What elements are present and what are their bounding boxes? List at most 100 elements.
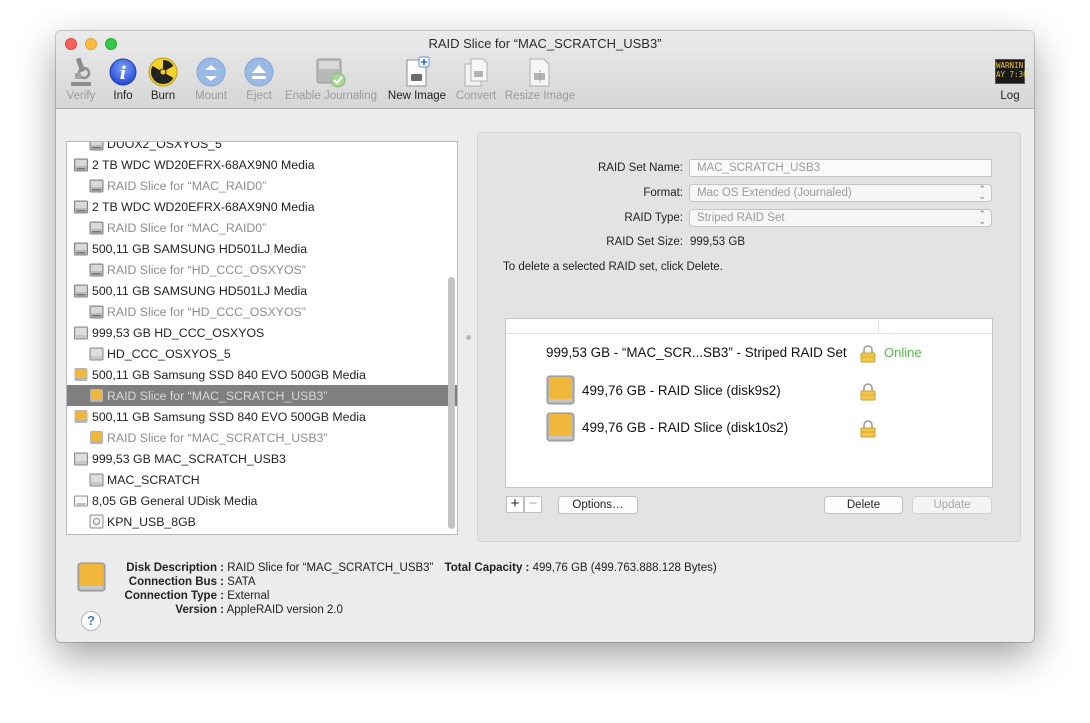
info-connection-bus-label: Connection Bus : — [128, 576, 224, 588]
raid-slice-row-label: 499,76 GB - RAID Slice (disk10s2) — [582, 419, 789, 435]
format-select-value: Mac OS Extended (Journaled) — [697, 187, 852, 199]
list-header — [506, 319, 992, 334]
raid-members-list[interactable]: 999,53 GB - “MAC_SCR...SB3” - Striped RA… — [505, 318, 993, 488]
toolbar-mount-label: Mount — [195, 90, 227, 102]
raid-type-select[interactable]: Striped RAID Set ⌃ ⌄ — [689, 209, 992, 227]
disk-sidebar[interactable]: DUOX2_OSXYOS_5 2 TB WDC WD20EFRX-68AX9N0 … — [66, 141, 458, 535]
raid-set-name-label: RAID Set Name: — [598, 162, 683, 174]
info-connection-type-label: Connection Type : — [124, 590, 224, 602]
remove-member-button[interactable]: − — [524, 496, 542, 513]
raid-set-row-label: 999,53 GB - “MAC_SCR...SB3” - Striped RA… — [546, 345, 847, 360]
info-total-capacity-label: Total Capacity : — [444, 562, 530, 574]
sidebar-item[interactable]: RAID Slice for “MAC_RAID0” — [67, 175, 457, 196]
select-chevron-icon: ⌃ ⌄ — [978, 209, 986, 226]
usb-disk-icon — [74, 495, 88, 507]
raid-set-size-value: 999,53 GB — [690, 236, 745, 248]
raid-slice-icon — [89, 179, 104, 193]
raid-set-icon — [74, 326, 88, 340]
toolbar-enable-journaling-button[interactable]: Enable Journaling — [283, 55, 379, 102]
sidebar-item[interactable]: 500,11 GB SAMSUNG HD501LJ Media — [67, 280, 447, 301]
toolbar-mount-button[interactable]: Mount — [192, 55, 230, 102]
hard-disk-icon — [74, 242, 88, 256]
mount-icon — [196, 57, 226, 87]
hard-disk-icon — [74, 284, 88, 298]
raid-set-row[interactable]: 999,53 GB - “MAC_SCR...SB3” - Striped RA… — [546, 345, 847, 360]
sidebar-item[interactable]: 2 TB WDC WD20EFRX-68AX9N0 Media — [67, 154, 447, 175]
sidebar-item-label: RAID Slice for “MAC_RAID0” — [107, 178, 267, 193]
eject-icon — [244, 57, 274, 87]
toolbar-info-label: Info — [113, 90, 133, 102]
sidebar-item[interactable]: 500,11 GB SAMSUNG HD501LJ Media — [67, 238, 447, 259]
sidebar-item-label: RAID Slice for “MAC_RAID0” — [107, 220, 267, 235]
sidebar-item[interactable]: MAC_SCRATCH — [67, 469, 457, 490]
sidebar-item[interactable]: RAID Slice for “MAC_RAID0” — [67, 217, 457, 238]
microscope-icon — [71, 57, 91, 86]
toolbar-info-button[interactable]: i Info — [108, 55, 138, 102]
options-button[interactable]: Options… — [558, 496, 638, 514]
sidebar-item[interactable]: 999,53 GB MAC_SCRATCH_USB3 — [67, 448, 447, 469]
toolbar-enable-journaling-label: Enable Journaling — [284, 90, 378, 102]
sidebar-item[interactable]: DUOX2_OSXYOS_5 — [67, 142, 457, 154]
burn-radiation-icon — [148, 57, 178, 87]
volume-icon — [89, 473, 104, 487]
sidebar-item[interactable]: RAID Slice for “MAC_SCRATCH_USB3” — [67, 385, 457, 406]
raid-slice-row[interactable]: 499,76 GB - RAID Slice (disk9s2) — [546, 374, 781, 406]
toolbar-new-image-button[interactable]: New Image — [386, 55, 448, 102]
add-member-button[interactable]: + — [506, 496, 524, 513]
delete-button[interactable]: Delete — [824, 496, 903, 514]
sidebar-item-label: RAID Slice for “HD_CCC_OSXYOS” — [107, 304, 306, 319]
raid-slice-icon — [89, 263, 104, 277]
raid-slice-row[interactable]: 499,76 GB - RAID Slice (disk10s2) — [546, 411, 788, 443]
sidebar-item[interactable]: 999,53 GB HD_CCC_OSXYOS — [67, 322, 447, 343]
toolbar-resize-image-label: Resize Image — [504, 90, 576, 102]
sidebar-item[interactable]: RAID Slice for “HD_CCC_OSXYOS” — [67, 259, 457, 280]
sidebar-item[interactable]: 500,11 GB Samsung SSD 840 EVO 500GB Medi… — [67, 364, 447, 385]
log-console-icon: WARNIN AY 7:36 — [995, 59, 1025, 84]
toolbar-burn-button[interactable]: Burn — [147, 55, 179, 102]
usb-volume-icon — [89, 514, 104, 529]
sidebar-item[interactable]: HD_CCC_OSXYOS_5 — [67, 343, 457, 364]
disk-info-area: Disk Description : RAID Slice for “MAC_S… — [56, 551, 1034, 642]
toolbar-verify-button[interactable]: Verify — [64, 55, 98, 102]
info-disk-description: Disk Description : RAID Slice for “MAC_S… — [56, 562, 717, 574]
ssd-slice-icon — [90, 389, 103, 402]
sidebar-item[interactable]: 500,11 GB Samsung SSD 840 EVO 500GB Medi… — [67, 406, 447, 427]
toolbar-burn-label: Burn — [150, 90, 176, 102]
info-total-capacity-value: 499,76 GB (499.763.888.128 Bytes) — [532, 562, 717, 574]
sidebar-item-label: RAID Slice for “MAC_SCRATCH_USB3” — [107, 430, 328, 445]
disk-utility-window: RAID Slice for “MAC_SCRATCH_USB3” Verify… — [56, 31, 1034, 642]
raid-set-name-field[interactable]: MAC_SCRATCH_USB3 — [689, 159, 992, 177]
window-title: RAID Slice for “MAC_SCRATCH_USB3” — [428, 36, 662, 51]
sidebar-item[interactable]: KPN_USB_8GB — [67, 511, 457, 532]
info-version-label: Version : — [175, 604, 224, 616]
raid-slice-icon — [89, 221, 104, 235]
titlebar: RAID Slice for “MAC_SCRATCH_USB3” Verify… — [56, 31, 1034, 109]
info-connection-type-value: External — [227, 590, 270, 602]
info-connection-bus-value: SATA — [227, 576, 256, 588]
sidebar-item[interactable]: RAID Slice for “HD_CCC_OSXYOS” — [67, 301, 457, 322]
sidebar-item-label: 999,53 GB HD_CCC_OSXYOS — [92, 325, 265, 340]
sidebar-item-label: 500,11 GB Samsung SSD 840 EVO 500GB Medi… — [92, 409, 366, 424]
toolbar-eject-button[interactable]: Eject — [242, 55, 276, 102]
help-button[interactable]: ? — [81, 611, 101, 631]
split-view-divider[interactable] — [466, 335, 471, 340]
sidebar-item-label: 999,53 GB MAC_SCRATCH_USB3 — [92, 451, 286, 466]
sidebar-scrollbar[interactable] — [448, 277, 455, 529]
sidebar-item[interactable]: RAID Slice for “MAC_SCRATCH_USB3” — [67, 427, 457, 448]
toolbar-eject-label: Eject — [246, 90, 272, 102]
info-version-value: AppleRAID version 2.0 — [226, 604, 343, 616]
sidebar-item[interactable]: 2 TB WDC WD20EFRX-68AX9N0 Media — [67, 196, 447, 217]
resize-image-icon — [529, 58, 550, 87]
select-chevron-icon: ⌃ ⌄ — [978, 184, 986, 201]
hard-disk-icon — [74, 200, 88, 214]
sidebar-item[interactable]: 8,05 GB General UDisk Media — [67, 490, 447, 511]
update-button[interactable]: Update — [912, 496, 992, 514]
sidebar-item-label: 500,11 GB SAMSUNG HD501LJ Media — [92, 283, 308, 298]
raid-type-label: RAID Type: — [624, 212, 683, 224]
toolbar-log-button[interactable]: WARNIN AY 7:36 Log — [994, 55, 1026, 102]
toolbar-convert-button[interactable]: Convert — [454, 55, 498, 102]
sidebar-item-label: KPN_USB_8GB — [107, 514, 196, 529]
format-select[interactable]: Mac OS Extended (Journaled) ⌃ ⌄ — [689, 184, 992, 202]
ssd-icon — [74, 410, 88, 423]
toolbar-resize-image-button[interactable]: Resize Image — [504, 55, 576, 102]
